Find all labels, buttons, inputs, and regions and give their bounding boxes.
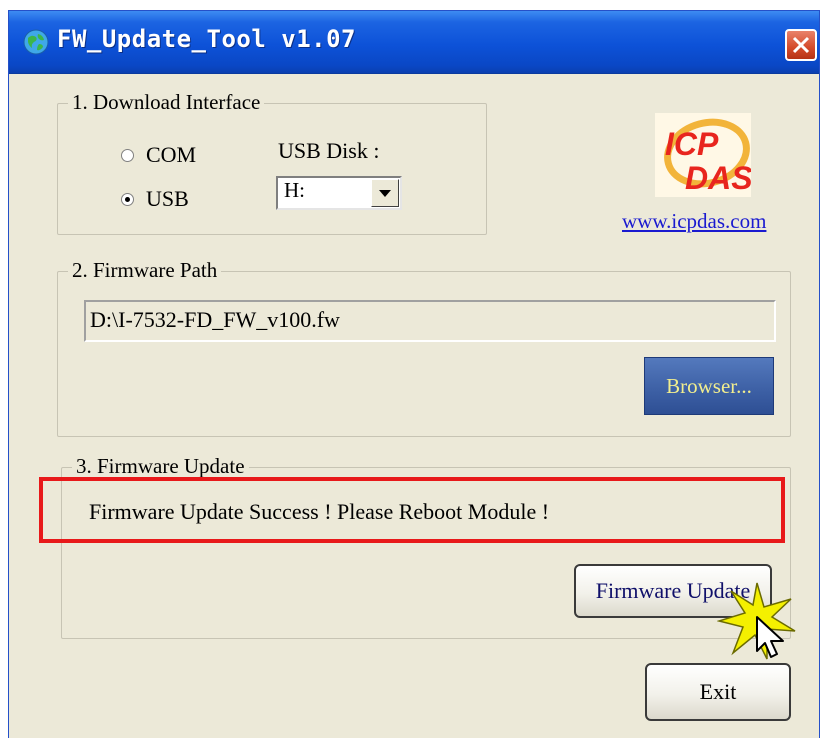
com-radio[interactable] <box>121 148 134 162</box>
globe-app-icon <box>23 29 49 55</box>
com-radio-label: COM <box>146 142 197 167</box>
logo-text-top: ICP <box>665 126 719 162</box>
update-status-message: Firmware Update Success ! Please Reboot … <box>89 499 550 524</box>
usb-disk-select[interactable]: H: <box>276 176 402 210</box>
icpdas-website-link[interactable]: www.icpdas.com <box>622 209 766 234</box>
icpdas-logo: ICP DAS <box>655 113 753 197</box>
download-interface-group: 1. Download Interface COM USB USB Disk :… <box>57 90 487 235</box>
firmware-update-legend: 3. Firmware Update <box>72 454 249 479</box>
logo-text-bottom: DAS <box>685 160 751 196</box>
download-interface-legend: 1. Download Interface <box>68 90 265 115</box>
com-radio-option[interactable]: COM <box>121 142 196 168</box>
title-bar[interactable]: FW_Update_Tool v1.07 <box>9 11 819 74</box>
browse-button[interactable]: Browser... <box>644 357 774 415</box>
exit-button[interactable]: Exit <box>645 663 791 721</box>
usb-radio-option[interactable]: USB <box>121 186 189 212</box>
click-sparkle-cursor-icon <box>716 581 797 661</box>
close-button[interactable] <box>785 29 817 61</box>
usb-radio[interactable] <box>121 192 134 206</box>
window-title: FW_Update_Tool v1.07 <box>57 25 356 53</box>
usb-radio-label: USB <box>146 186 189 211</box>
chevron-down-icon <box>379 190 391 197</box>
usb-disk-label: USB Disk : <box>278 138 380 163</box>
dropdown-arrow-button[interactable] <box>371 179 399 207</box>
fw-update-tool-window: FW_Update_Tool v1.07 1. Download Interfa… <box>8 10 820 738</box>
firmware-path-legend: 2. Firmware Path <box>68 258 222 283</box>
firmware-path-group: 2. Firmware Path D:\I-7532-FD_FW_v100.fw… <box>57 258 791 437</box>
close-icon <box>792 36 810 54</box>
usb-disk-value: H: <box>284 178 305 202</box>
firmware-path-field[interactable]: D:\I-7532-FD_FW_v100.fw <box>84 300 776 342</box>
